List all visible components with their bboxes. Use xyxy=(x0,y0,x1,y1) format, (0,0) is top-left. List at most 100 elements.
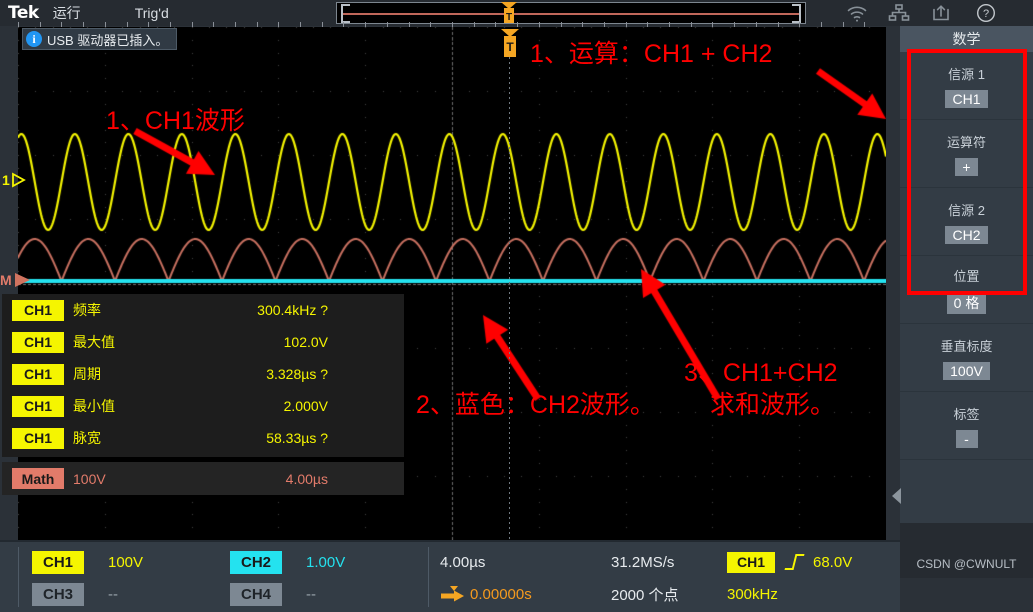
measurement-label: 最大值 xyxy=(73,334,115,350)
ch1-marker-label: 1 xyxy=(2,172,10,188)
math-marker-triangle xyxy=(14,273,30,287)
anno-sum-waveform-line1: 3、CH1+CH2 xyxy=(684,359,838,387)
ch1-scale-value: 100V xyxy=(108,553,144,571)
math-readout-row[interactable]: Math 100V 4.00µs xyxy=(2,462,404,495)
sidebar-item-label: 信源 2 xyxy=(948,202,985,218)
measurement-value: 3.328µs ? xyxy=(266,366,328,382)
math-position-marker[interactable]: M xyxy=(0,271,32,289)
sidebar-item-value[interactable]: CH1 xyxy=(945,89,988,108)
sidebar-item-value[interactable]: 0 格 xyxy=(946,291,987,314)
save-export-icon[interactable] xyxy=(930,3,952,23)
tek-logo: Tek xyxy=(8,3,39,23)
sidebar-item-value[interactable]: CH2 xyxy=(945,225,988,244)
sample-rate: 31.2MS/s xyxy=(611,549,674,575)
measurement-row[interactable]: CH1 最小值 2.000V xyxy=(2,390,404,422)
sidebar-item-value[interactable]: 100V xyxy=(943,361,990,380)
anno-ch2-waveform: 2、蓝色：CH2波形。 xyxy=(416,391,655,419)
measurement-source-badge: CH1 xyxy=(12,363,64,385)
sidebar-item-label[interactable]: 标签 - xyxy=(900,392,1033,460)
trigger-readout[interactable]: CH1 68.0V xyxy=(727,549,852,575)
ch1-position-marker[interactable]: 1 xyxy=(2,172,26,188)
measurement-row[interactable]: CH1 脉宽 58.33µs ? xyxy=(2,422,404,454)
watermark: CSDN @CWNULT xyxy=(916,557,1017,571)
ch3-badge[interactable]: CH3 xyxy=(32,582,84,606)
anno-ch1-waveform: 1、CH1波形 xyxy=(106,107,245,135)
bottom-separator-1 xyxy=(18,547,19,607)
delay-arrow-icon xyxy=(441,586,464,602)
rising-edge-icon xyxy=(784,554,805,570)
math-vertical-scale: 100V xyxy=(73,470,106,487)
math-badge: Math xyxy=(12,468,64,489)
sidebar-item-source-1[interactable]: 信源 1 CH1 xyxy=(900,52,1033,120)
ch3-readout[interactable]: CH3 -- xyxy=(32,581,118,607)
math-sidebar[interactable]: 数学 信源 1 CH1 运算符 + 信源 2 CH2 位置 0 格垂直标度 100V 标签 - CS… xyxy=(892,26,1033,578)
ch4-badge[interactable]: CH4 xyxy=(230,582,282,606)
help-icon[interactable]: ? xyxy=(975,3,997,23)
record-length-value: 2000 个点 xyxy=(611,586,679,604)
measurement-source-badge: CH1 xyxy=(12,331,64,353)
measurement-row[interactable]: CH1 周期 3.328µs ? xyxy=(2,358,404,390)
trigger-position-marker[interactable]: T xyxy=(501,29,519,57)
sidebar-item-vertical-scale[interactable]: 垂直标度 100V xyxy=(900,324,1033,392)
horizontal-timebase[interactable]: 4.00µs xyxy=(440,549,485,575)
measurement-label: 脉宽 xyxy=(73,430,101,446)
sidebar-item-label: 信源 1 xyxy=(948,66,985,82)
trigger-position-line xyxy=(509,57,510,540)
anno-math-operation: 1、运算：CH1 + CH2 xyxy=(530,40,773,68)
measurement-table[interactable]: CH1 频率 300.4kHz ? CH1 最大值 102.0V CH1 周期 3.328µs … xyxy=(2,294,404,457)
measurement-value: 58.33µs ? xyxy=(266,430,328,446)
overview-trigger-marker[interactable]: T xyxy=(501,2,517,23)
ch2-scale-value: 1.00V xyxy=(306,553,346,571)
sidebar-item-operator[interactable]: 运算符 + xyxy=(900,120,1033,188)
measurement-source-badge: CH1 xyxy=(12,427,64,449)
network-icon[interactable] xyxy=(888,3,910,23)
sidebar-item-position[interactable]: 位置 0 格 xyxy=(900,256,1033,324)
sidebar-item-label: 运算符 xyxy=(946,134,986,150)
measurement-row[interactable]: CH1 最大值 102.0V xyxy=(2,326,404,358)
overview-bracket-right[interactable] xyxy=(792,4,801,23)
ch4-scale-value: -- xyxy=(306,585,316,603)
ch1-marker-triangle xyxy=(11,172,26,188)
overview-bracket-left[interactable] xyxy=(341,4,350,23)
ch4-readout[interactable]: CH4 -- xyxy=(230,581,316,607)
sample-rate-value: 31.2MS/s xyxy=(611,553,675,571)
measurement-source-badge: CH1 xyxy=(12,395,64,417)
sidebar-item-value[interactable]: + xyxy=(955,157,978,176)
svg-text:?: ? xyxy=(983,8,989,20)
delay-value: 0.00000s xyxy=(470,585,532,603)
wifi-icon[interactable] xyxy=(846,3,868,23)
svg-text:T: T xyxy=(506,40,514,54)
sidebar-item-label: 垂直标度 xyxy=(940,338,993,354)
run-state-label[interactable]: 运行 xyxy=(53,3,81,23)
trigger-source-badge[interactable]: CH1 xyxy=(727,551,775,573)
ch2-badge[interactable]: CH2 xyxy=(230,550,282,574)
sidebar-collapse-arrow[interactable] xyxy=(892,488,901,504)
timebase-value: 4.00µs xyxy=(440,553,486,571)
measurement-value: 300.4kHz ? xyxy=(257,302,328,318)
trigger-state-label[interactable]: Trig'd xyxy=(135,5,169,21)
measurement-label: 周期 xyxy=(73,366,101,382)
measurement-row[interactable]: CH1 频率 300.4kHz ? xyxy=(2,294,404,326)
trigger-frequency: 300kHz xyxy=(727,581,778,607)
sidebar-footer: CSDN @CWNULT xyxy=(900,523,1033,578)
usb-status-message: i USB 驱动器已插入。 xyxy=(22,28,178,50)
anno-sum-waveform-line2: 求和波形。 xyxy=(710,391,836,419)
sidebar-item-label: 位置 xyxy=(953,268,980,284)
usb-message-text: USB 驱动器已插入。 xyxy=(47,32,169,48)
sidebar-title: 数学 xyxy=(900,26,1033,52)
oscilloscope-screen: Tek 运行 Trig'd T ? i USB 驱动器已插入。 T 1、CH1波… xyxy=(0,0,1033,612)
ch1-badge[interactable]: CH1 xyxy=(32,550,84,574)
bottom-separator-2 xyxy=(428,547,429,607)
measurement-value: 102.0V xyxy=(283,334,328,350)
sidebar-item-value[interactable]: - xyxy=(955,429,978,448)
ch1-readout[interactable]: CH1 100V xyxy=(32,549,143,575)
measurement-label: 最小值 xyxy=(73,398,115,414)
measurement-label: 频率 xyxy=(73,302,101,318)
horizontal-delay[interactable]: 0.00000s xyxy=(440,581,532,607)
ch3-scale-value: -- xyxy=(108,585,118,603)
waveform-overview-bar[interactable] xyxy=(336,2,806,24)
ch2-readout[interactable]: CH2 1.00V xyxy=(230,549,345,575)
trigger-level-value: 68.0V xyxy=(813,553,853,571)
info-icon: i xyxy=(26,31,42,47)
sidebar-item-source-2[interactable]: 信源 2 CH2 xyxy=(900,188,1033,256)
